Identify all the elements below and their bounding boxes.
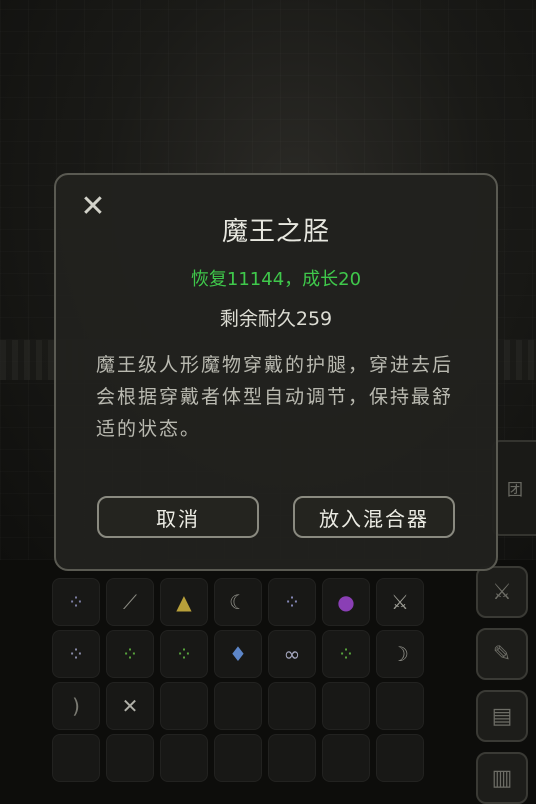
side-book-button[interactable]: ▥	[476, 752, 528, 804]
orb-cluster-icon: ⁘	[67, 642, 85, 666]
green-berry-icon: ⁘	[121, 642, 139, 666]
pyramid-icon: ▲	[176, 590, 192, 614]
bow-icon: )	[72, 694, 80, 718]
inventory-slot[interactable]: ⁘	[322, 630, 370, 678]
inventory-slot[interactable]	[322, 682, 370, 730]
inventory-slot[interactable]: ☾	[214, 578, 262, 626]
bone-icon: ✕	[121, 694, 139, 718]
inventory-slot[interactable]: ⁘	[52, 630, 100, 678]
inventory-slot[interactable]	[214, 682, 262, 730]
side-scroll-button[interactable]: ✎	[476, 628, 528, 680]
inventory-slot[interactable]	[376, 682, 424, 730]
inventory-slot[interactable]	[268, 682, 316, 730]
inventory-slot[interactable]: ⁘	[268, 578, 316, 626]
claw-icon: ☽	[391, 642, 409, 666]
item-effect: 恢复11144，成长20	[190, 269, 362, 290]
inventory-slot[interactable]: ✕	[106, 682, 154, 730]
inventory-slot[interactable]: ▲	[160, 578, 208, 626]
cancel-button-label: 取消	[156, 506, 200, 531]
inventory-slot[interactable]: ⁘	[106, 630, 154, 678]
inventory-slot[interactable]: ⚔	[376, 578, 424, 626]
sword-icon: ⚔	[391, 590, 409, 614]
inventory-slot[interactable]: ⟋	[106, 578, 154, 626]
green-berry-icon: ⁘	[337, 642, 355, 666]
skewer-icon: ⟋	[123, 590, 137, 614]
inventory-slot[interactable]: )	[52, 682, 100, 730]
chain-icon: ∞	[283, 642, 301, 666]
inventory-grid: ⁘ ⟋ ▲ ☾ ⁘ ● ⚔ ⁘ ⁘ ⁘ ♦ ∞ ⁘ ☽ ) ✕	[52, 574, 424, 797]
book-icon: ▥	[491, 765, 513, 791]
add-to-mixer-button[interactable]: 放入混合器	[293, 496, 455, 538]
inventory-slot[interactable]: ⁘	[160, 630, 208, 678]
inventory-slot[interactable]	[160, 734, 208, 782]
inventory-slot[interactable]	[322, 734, 370, 782]
item-title: 魔王之胫	[221, 217, 330, 247]
inventory-slot[interactable]: ⁘	[52, 578, 100, 626]
side-tab-label: 团	[506, 480, 523, 499]
inventory-slot[interactable]	[52, 734, 100, 782]
green-berry-icon: ⁘	[175, 642, 193, 666]
item-description: 魔王级人形魔物穿戴的护腿，穿进去后会根据穿戴者体型自动调节，保持最舒适的状态。	[96, 354, 454, 440]
inventory-slot[interactable]: ☽	[376, 630, 424, 678]
side-sword-button[interactable]: ⚔	[476, 566, 528, 618]
add-to-mixer-button-label: 放入混合器	[319, 506, 429, 531]
scroll-icon: ✎	[492, 641, 512, 667]
inventory-slot[interactable]	[376, 734, 424, 782]
orb-cluster-icon: ⁘	[283, 590, 301, 614]
inventory-slot[interactable]	[268, 734, 316, 782]
map-icon: ▤	[491, 703, 513, 729]
sickle-icon: ☾	[229, 590, 247, 614]
sword-icon: ⚔	[492, 579, 512, 605]
inventory-slot[interactable]: ♦	[214, 630, 262, 678]
inventory-slot[interactable]	[214, 734, 262, 782]
inventory-slot[interactable]	[106, 734, 154, 782]
inventory-slot[interactable]	[160, 682, 208, 730]
inventory-slot[interactable]: ●	[322, 578, 370, 626]
purple-orb-icon: ●	[337, 590, 355, 614]
inventory-slot[interactable]: ∞	[268, 630, 316, 678]
crystal-icon: ♦	[229, 642, 247, 666]
side-map-button[interactable]: ▤	[476, 690, 528, 742]
cancel-button[interactable]: 取消	[97, 496, 259, 538]
side-tab[interactable]: 团	[492, 440, 536, 536]
item-durability: 剩余耐久259	[219, 308, 333, 330]
orb-cluster-icon: ⁘	[67, 590, 85, 614]
